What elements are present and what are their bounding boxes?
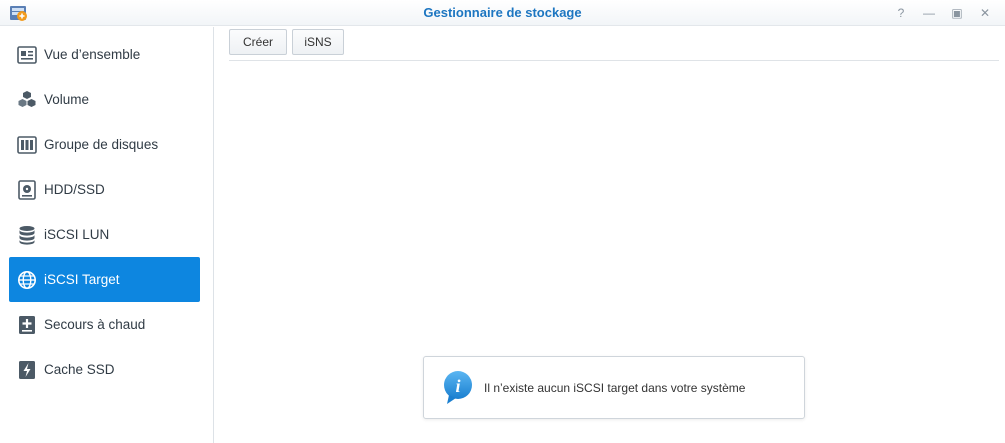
svg-text:i: i: [455, 376, 460, 396]
sidebar-item-label: iSCSI LUN: [44, 227, 110, 242]
sidebar-item-iscsi-lun[interactable]: iSCSI LUN: [9, 212, 200, 257]
sidebar-item-label: Cache SSD: [44, 362, 115, 377]
volume-cubes-icon: [17, 90, 37, 110]
overview-icon: [17, 45, 37, 65]
sidebar-item-iscsi-target[interactable]: iSCSI Target: [9, 257, 200, 302]
empty-state-message: Il n’existe aucun iSCSI target dans votr…: [484, 380, 746, 395]
minimize-icon: —: [923, 6, 935, 20]
window-title: Gestionnaire de stockage: [423, 5, 582, 20]
close-button[interactable]: ✕: [976, 4, 994, 22]
sidebar-item-label: Volume: [44, 92, 90, 107]
info-icon: i: [444, 370, 472, 404]
toolbar-divider: [229, 60, 999, 61]
sidebar-item-label: iSCSI Target: [44, 272, 120, 287]
sidebar: Vue d’ensemble Volume Groupe de disques …: [0, 27, 214, 443]
close-icon: ✕: [979, 6, 991, 20]
help-icon: ?: [897, 6, 905, 20]
help-button[interactable]: ?: [892, 4, 910, 22]
ssd-cache-icon: [17, 360, 37, 380]
empty-state-notice: i Il n’existe aucun iSCSI target dans vo…: [423, 356, 805, 419]
sidebar-item-label: HDD/SSD: [44, 182, 105, 197]
sidebar-item-label: Vue d’ensemble: [44, 47, 141, 62]
create-button[interactable]: Créer: [229, 29, 287, 55]
disk-group-icon: [17, 135, 37, 155]
sidebar-item-hot-spare[interactable]: Secours à chaud: [9, 302, 200, 347]
sidebar-item-hdd-ssd[interactable]: HDD/SSD: [9, 167, 200, 212]
sidebar-item-ssd-cache[interactable]: Cache SSD: [9, 347, 200, 392]
database-icon: [17, 225, 37, 245]
sidebar-item-disk-group[interactable]: Groupe de disques: [9, 122, 200, 167]
globe-icon: [17, 270, 37, 290]
sidebar-item-label: Groupe de disques: [44, 137, 159, 152]
sidebar-item-label: Secours à chaud: [44, 317, 146, 332]
maximize-icon: ▣: [951, 6, 963, 20]
sidebar-item-overview[interactable]: Vue d’ensemble: [9, 32, 200, 77]
hdd-icon: [17, 179, 37, 200]
maximize-button[interactable]: ▣: [948, 4, 966, 22]
title-bar: Gestionnaire de stockage ? — ▣ ✕: [0, 0, 1005, 26]
minimize-button[interactable]: —: [920, 4, 938, 22]
hot-spare-icon: [17, 315, 37, 335]
sidebar-item-volume[interactable]: Volume: [9, 77, 200, 122]
isns-button[interactable]: iSNS: [292, 29, 344, 55]
